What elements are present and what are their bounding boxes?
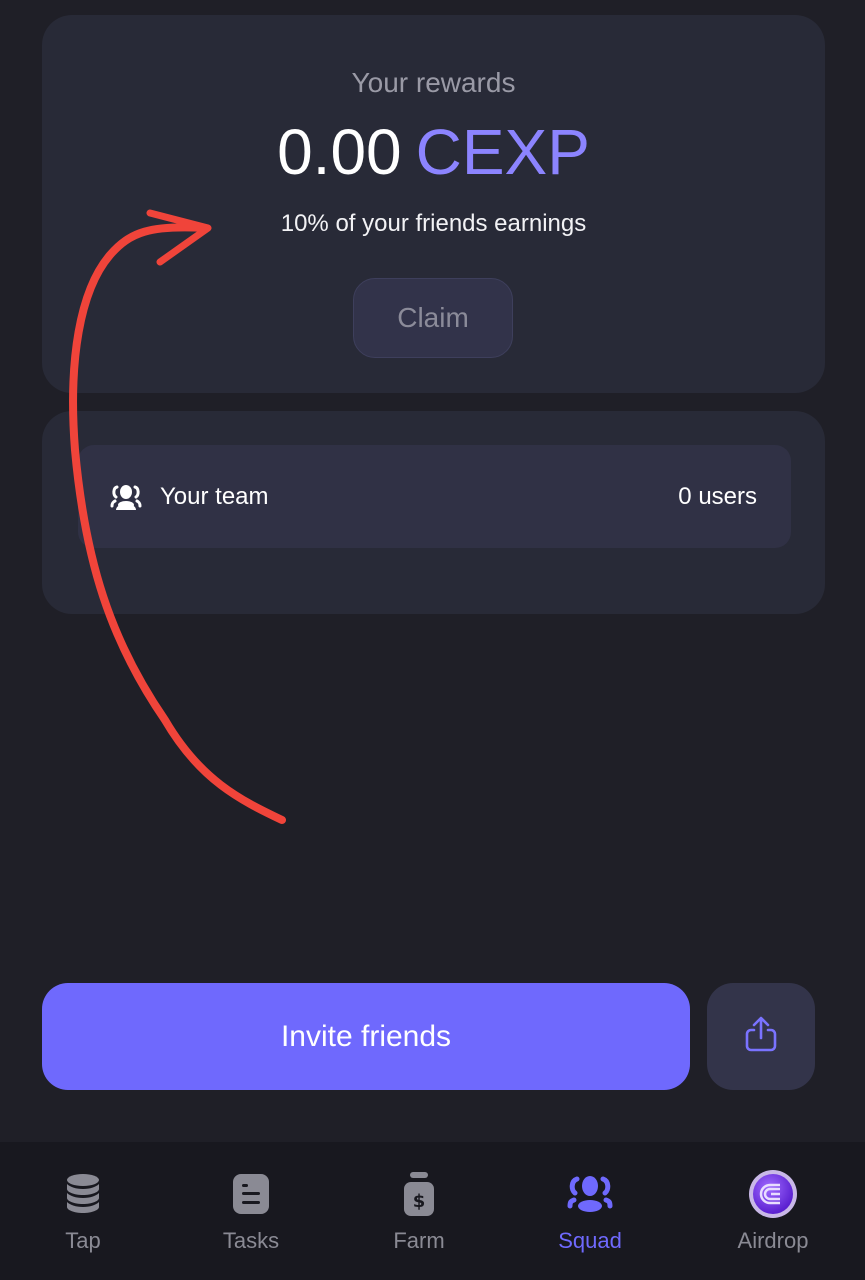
share-icon [741, 1014, 781, 1059]
invite-friends-button[interactable]: Invite friends [42, 983, 690, 1090]
rewards-amount-value: 0.00 [277, 116, 402, 188]
nav-label-tasks: Tasks [222, 1228, 280, 1253]
bottom-nav: Tap Tasks $ Farm Squad Airdrop [0, 1142, 865, 1280]
nav-label-farm: Farm [393, 1228, 445, 1253]
cex-coin-icon [747, 1170, 799, 1218]
nav-label-squad: Squad [558, 1228, 622, 1253]
share-button[interactable] [707, 983, 815, 1090]
rewards-amount-unit: CEXP [415, 116, 590, 188]
team-card: Your team 0 users [42, 411, 825, 614]
nav-label-airdrop: Airdrop [737, 1228, 809, 1253]
team-count: 0 users [678, 482, 757, 510]
squad-icon [564, 1170, 616, 1218]
rewards-title: Your rewards [351, 67, 516, 98]
nav-item-tap[interactable]: Tap [23, 1170, 143, 1254]
claim-button[interactable]: Claim [353, 278, 513, 358]
rewards-card: Your rewards 0.00 CEXP 10% of your friend… [42, 15, 825, 393]
nav-item-airdrop[interactable]: Airdrop [713, 1170, 833, 1254]
nav-item-farm[interactable]: $ Farm [359, 1170, 479, 1254]
task-list-icon [225, 1170, 277, 1218]
team-label: Your team [160, 482, 269, 510]
users-icon [110, 484, 142, 510]
coins-stack-icon [57, 1170, 109, 1218]
money-bag-icon: $ [393, 1170, 445, 1218]
svg-text:$: $ [413, 1191, 426, 1212]
team-row[interactable]: Your team 0 users [78, 445, 791, 548]
rewards-amount: 0.00 CEXP [42, 115, 825, 189]
nav-item-tasks[interactable]: Tasks [191, 1170, 311, 1254]
nav-label-tap: Tap [65, 1228, 101, 1253]
nav-item-squad[interactable]: Squad [530, 1170, 650, 1254]
rewards-subtitle: 10% of your friends earnings [280, 210, 587, 237]
